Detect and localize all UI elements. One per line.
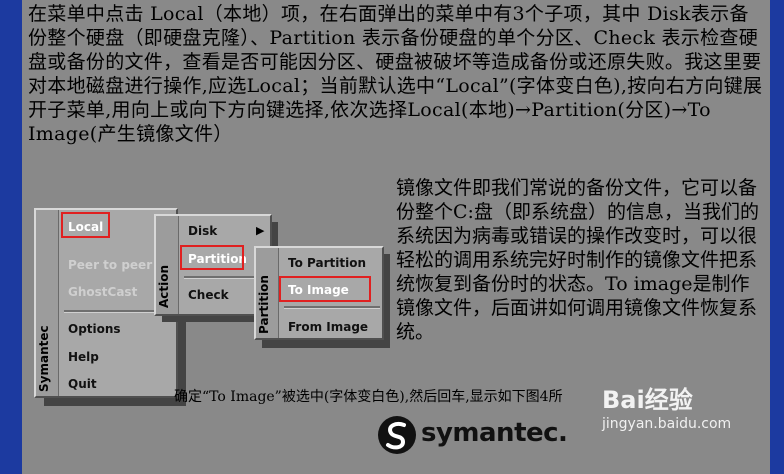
intro-paragraph: 在菜单中点击 Local（本地）项，在右面弹出的菜单中有3个子项，其中 Disk… [28, 3, 763, 145]
left-blue-border [0, 0, 22, 474]
partition-menu-separator [284, 306, 380, 309]
main-menu-strip: Symantec [36, 210, 59, 396]
partition-menu-strip-label: Partition [257, 275, 271, 334]
action-menu-strip: Action [156, 216, 179, 314]
partition-menu-strip: Partition [256, 248, 279, 338]
menu-item-from-image[interactable]: From Image [288, 320, 368, 334]
menu-item-options[interactable]: Options [68, 322, 121, 336]
menu-item-peer-to-peer[interactable]: Peer to peer [68, 258, 152, 272]
symantec-logo-icon [378, 416, 416, 454]
watermark-brand: Bai经验 [602, 386, 693, 414]
menu-item-help[interactable]: Help [68, 350, 99, 364]
main-menu-strip-label: Symantec [37, 325, 51, 392]
symantec-logo-text: symantec. [421, 418, 568, 448]
menu-item-check[interactable]: Check [188, 288, 229, 302]
menu-item-to-partition[interactable]: To Partition [288, 256, 366, 270]
menu-item-quit[interactable]: Quit [68, 377, 97, 391]
watermark-url: jingyan.baidu.com [602, 416, 732, 432]
action-menu-strip-label: Action [157, 264, 171, 308]
to-image-highlight-box [279, 276, 371, 302]
partition-highlight-box [180, 245, 244, 270]
local-highlight-box [61, 212, 110, 238]
submenu-arrow-icon: ▶ [256, 224, 265, 237]
description-paragraph: 镜像文件即我们常说的备份文件，它可以备份整个C:盘（即系统盘）的信息，当我们的系… [396, 177, 759, 343]
menu-item-disk[interactable]: Disk [188, 224, 217, 238]
menu-item-ghostcast[interactable]: GhostCast [68, 285, 137, 299]
